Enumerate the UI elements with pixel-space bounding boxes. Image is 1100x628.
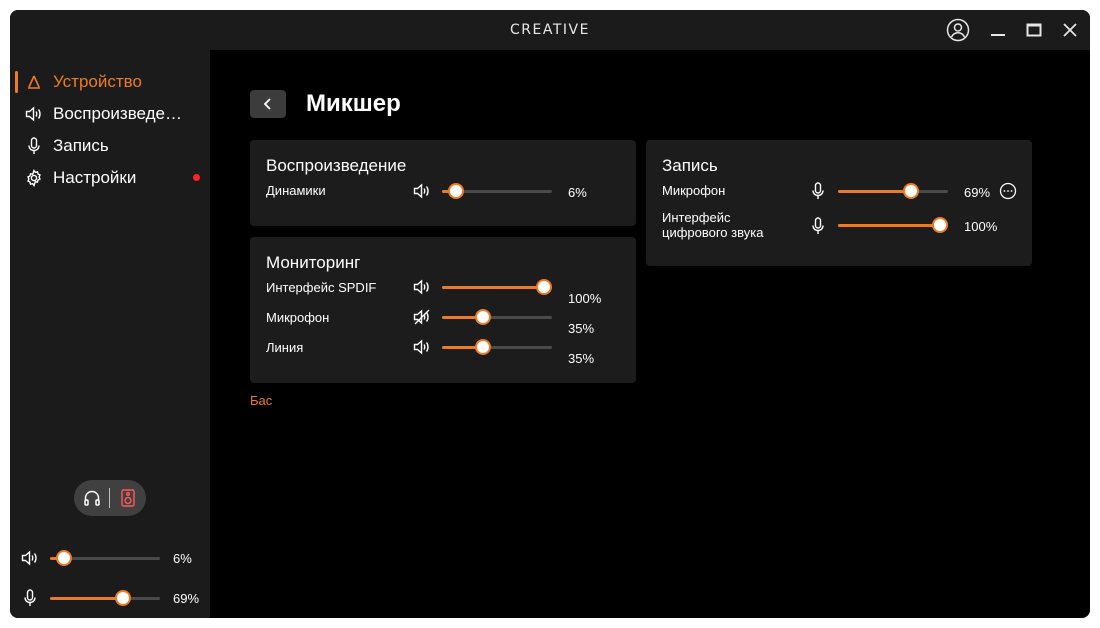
row-label: Динамики [266,183,326,198]
row-label: Микрофон [266,310,330,325]
mic-monitor-slider[interactable] [442,307,552,327]
sidebar-volume-slider[interactable] [50,548,160,568]
speaker-box-icon [121,489,135,507]
maximize-button[interactable] [1022,18,1046,42]
minimize-icon [991,34,1005,36]
close-icon [1063,23,1077,37]
speaker-icon[interactable] [20,548,40,568]
title-bar: CREATIVE [10,10,1090,50]
spdif-monitor-slider[interactable] [442,277,552,297]
sidebar-item-label: Устройство [53,72,142,91]
account-button[interactable] [946,18,970,42]
speakers-slider[interactable] [442,181,552,201]
mic-monitor-value: 35% [568,321,595,336]
sidebar-mic-value: 69% [173,591,200,606]
speaker-toggle-button[interactable] [110,480,146,516]
microphone-icon[interactable] [808,181,828,201]
monitoring-card: Мониторинг Интерфейс SPDIF 100% Микрофон… [250,237,636,383]
headphones-icon [84,490,100,506]
speaker-icon[interactable] [412,277,432,297]
sidebar: Устройство Воспроизведение Запись Настро… [10,50,210,618]
sidebar-mic-slider[interactable] [50,588,160,608]
device-icon [24,72,44,92]
bass-link[interactable]: Бас [250,393,272,408]
speaker-icon[interactable] [412,337,432,357]
headphones-toggle-button[interactable] [74,480,110,516]
active-indicator [15,71,18,93]
row-label: Интерфейс цифрового звука [662,210,764,240]
sidebar-item-device[interactable]: Устройство [10,68,210,96]
app-logo: CREATIVE [510,22,590,38]
user-icon [946,18,970,42]
close-button[interactable] [1058,18,1082,42]
app-window: CREATIVE Устройство Воспроизведение Запи… [10,10,1090,618]
speaker-muted-icon[interactable] [412,307,432,327]
sidebar-volume-value: 6% [173,551,192,566]
sidebar-item-label: Запись [53,136,109,155]
speaker-icon [24,104,44,124]
microphone-icon[interactable] [808,216,828,236]
digital-record-slider[interactable] [838,215,948,235]
chevron-left-icon [263,98,271,110]
row-label: Линия [266,340,304,355]
maximize-icon [1026,23,1042,37]
sidebar-item-recording[interactable]: Запись [10,132,210,160]
speaker-icon[interactable] [412,181,432,201]
speakers-value: 6% [568,185,587,200]
line-monitor-value: 35% [568,351,595,366]
recording-card: Запись Микрофон 69% Интерфейс цифрового … [646,140,1032,266]
minimize-button[interactable] [986,18,1010,42]
back-button[interactable] [250,90,286,118]
digital-record-value: 100% [964,219,998,234]
row-label: Микрофон [662,183,726,198]
mic-record-slider[interactable] [838,181,948,201]
sidebar-item-playback[interactable]: Воспроизведение [10,100,210,128]
card-title: Запись [662,156,718,175]
output-toggle [74,480,146,516]
more-options-icon[interactable] [999,182,1017,200]
playback-card: Воспроизведение Динамики 6% [250,140,636,226]
notification-badge [193,174,200,181]
microphone-icon[interactable] [20,588,40,608]
spdif-monitor-value: 100% [568,291,602,306]
sidebar-item-settings[interactable]: Настройки [10,164,210,192]
microphone-icon [24,136,44,156]
mic-record-value: 69% [964,185,991,200]
card-title: Мониторинг [266,253,361,272]
line-monitor-slider[interactable] [442,337,552,357]
row-label: Интерфейс SPDIF [266,280,377,295]
gear-icon [24,168,44,188]
page-title: Микшер [306,90,401,117]
card-title: Воспроизведение [266,156,407,175]
sidebar-item-label: Настройки [53,168,137,187]
sidebar-item-label: Воспроизведение [53,104,183,123]
